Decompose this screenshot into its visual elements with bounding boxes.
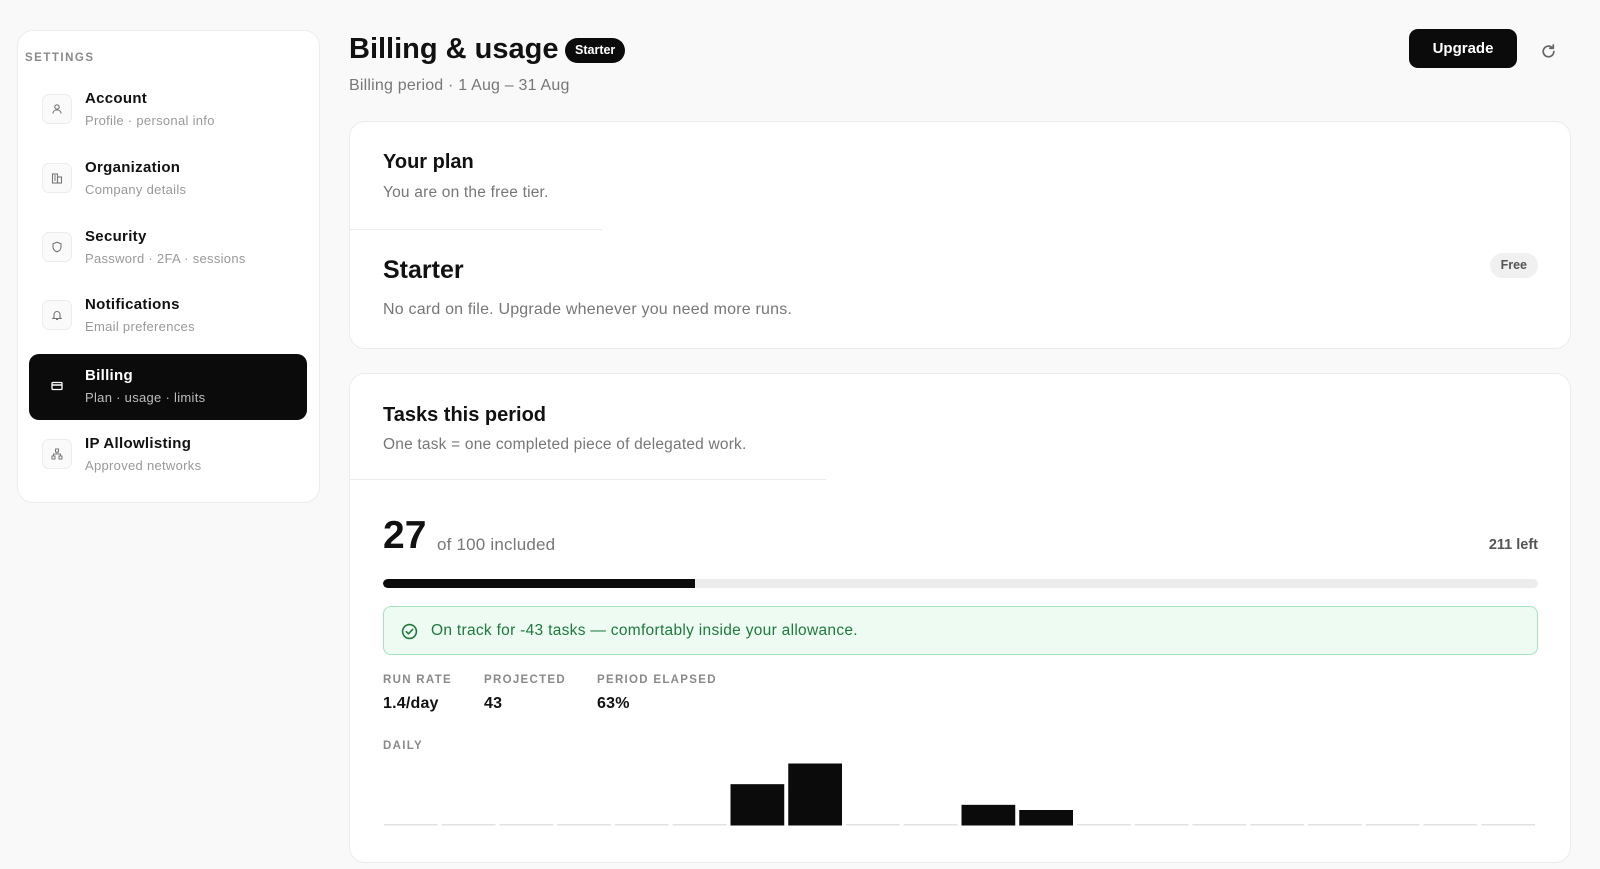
daily-bar-baseline (1192, 824, 1247, 826)
shield-icon (42, 232, 72, 262)
plan-card-divider (350, 229, 602, 230)
daily-bar-baseline (1365, 824, 1420, 826)
status-text: On track for -43 tasks — comfortably ins… (431, 622, 858, 639)
tasks-card-description: One task = one completed piece of delega… (383, 436, 747, 453)
plan-name: Starter (383, 256, 464, 284)
sidebar-item-title: Organization (85, 159, 181, 176)
sidebar-item-security[interactable]: Security Password · 2FA · sessions (29, 215, 307, 281)
tasks-card-divider (350, 479, 826, 480)
sidebar-item-title: Billing (85, 367, 133, 384)
daily-bar (1019, 810, 1073, 826)
user-icon (42, 94, 72, 124)
billing-period: Billing period · 1 Aug – 31 Aug (349, 77, 570, 94)
usage-progress-bar (383, 579, 1538, 588)
daily-bar-baseline (384, 824, 438, 826)
daily-bar-baseline (499, 824, 554, 826)
building-icon (42, 163, 72, 193)
network-icon (42, 439, 72, 469)
sidebar-item-account[interactable]: Account Profile · personal info (29, 77, 307, 143)
stat-label-period-elapsed: PERIOD ELAPSED (597, 674, 717, 686)
refresh-button[interactable] (1535, 38, 1561, 64)
sidebar-item-title: IP Allowlisting (85, 435, 192, 452)
stat-value-run-rate: 1.4/day (383, 695, 439, 712)
sidebar-item-title: Security (85, 228, 147, 245)
daily-bar-baseline (1134, 824, 1189, 826)
sidebar-item-subtitle: Company details (85, 182, 187, 197)
upgrade-button[interactable]: Upgrade (1409, 29, 1517, 68)
page-title: Billing & usage (349, 33, 559, 65)
sidebar-item-subtitle: Plan · usage · limits (85, 390, 206, 405)
sidebar-item-notifications[interactable]: Notifications Email preferences (29, 283, 307, 349)
daily-bar-baseline (441, 824, 496, 826)
sidebar-item-subtitle: Email preferences (85, 319, 195, 334)
sidebar-item-organization[interactable]: Organization Company details (29, 146, 307, 212)
sidebar-item-billing[interactable]: Billing Plan · usage · limits (29, 354, 307, 420)
status-banner: On track for -43 tasks — comfortably ins… (383, 606, 1538, 655)
usage-progress-fill (383, 579, 695, 588)
sidebar-item-title: Notifications (85, 296, 180, 313)
plan-badge: Starter (565, 38, 626, 63)
daily-chart-label: DAILY (383, 740, 423, 752)
stat-label-projected: PROJECTED (484, 674, 566, 686)
sidebar-item-subtitle: Password · 2FA · sessions (85, 251, 246, 266)
tasks-included-text: of 100 included (437, 535, 556, 554)
daily-bar-baseline (1481, 824, 1535, 826)
check-circle-icon (401, 623, 418, 640)
stat-value-period-elapsed: 63% (597, 695, 630, 712)
daily-bar-baseline (1423, 824, 1478, 826)
daily-chart (384, 763, 1535, 826)
stat-value-projected: 43 (484, 695, 503, 712)
plan-card: Your plan You are on the free tier. Star… (349, 121, 1571, 349)
tasks-card-title: Tasks this period (383, 404, 547, 426)
daily-bar-baseline (615, 824, 669, 826)
daily-bar-baseline (1250, 824, 1304, 826)
daily-bar (961, 804, 1016, 826)
daily-bar-baseline (903, 824, 958, 826)
sidebar-item-subtitle: Approved networks (85, 458, 202, 473)
sidebar-heading: SETTINGS (25, 52, 95, 64)
tasks-card: Tasks this period One task = one complet… (349, 373, 1571, 863)
plan-note: No card on file. Upgrade whenever you ne… (383, 301, 793, 318)
sidebar-item-title: Account (85, 90, 148, 107)
daily-bar (730, 784, 785, 826)
daily-bar-baseline (557, 824, 611, 826)
plan-card-description: You are on the free tier. (383, 184, 549, 201)
plan-card-title: Your plan (383, 151, 474, 173)
daily-bar-baseline (846, 824, 900, 826)
tasks-used-count: 27 (383, 514, 427, 557)
stat-label-run-rate: RUN RATE (383, 674, 452, 686)
daily-bar-baseline (1077, 824, 1131, 826)
daily-bar (788, 763, 842, 826)
credit-card-icon (42, 371, 72, 401)
price-badge: Free (1489, 253, 1538, 278)
sidebar-item-subtitle: Profile · personal info (85, 113, 215, 128)
bell-icon (42, 300, 72, 330)
sidebar-item-ip-allowlisting[interactable]: IP Allowlisting Approved networks (29, 422, 307, 488)
refresh-icon (1541, 43, 1555, 58)
tasks-left-count: 211 left (1488, 537, 1538, 553)
daily-bar-baseline (672, 824, 727, 826)
daily-bar-baseline (1308, 824, 1362, 826)
